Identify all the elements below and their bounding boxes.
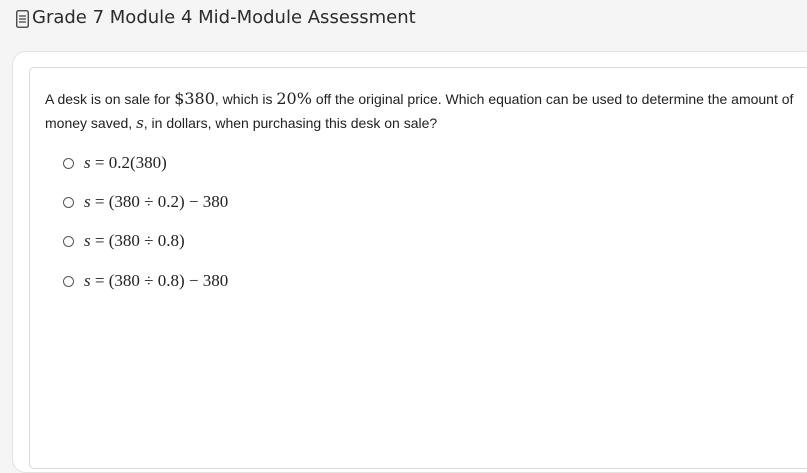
answer-choice-text: s = 0.2(380) xyxy=(84,153,167,172)
radio-button[interactable] xyxy=(63,275,74,287)
question-percent: 20% xyxy=(276,89,312,108)
question-text-2: , which is xyxy=(214,91,277,107)
answer-choice-a[interactable]: s = 0.2(380) xyxy=(63,151,167,175)
answer-choice-c[interactable]: s = (380 ÷ 0.8) xyxy=(63,229,185,253)
answer-choice-d[interactable]: s = (380 ÷ 0.8) − 380 xyxy=(63,269,228,293)
question-variable: s xyxy=(136,114,144,132)
page-title: Grade 7 Module 4 Mid-Module Assessment xyxy=(32,7,416,28)
answer-choice-b[interactable]: s = (380 ÷ 0.2) − 380 xyxy=(63,190,228,214)
question-price: $380 xyxy=(174,89,215,108)
page-header: Grade 7 Module 4 Mid-Module Assessment xyxy=(0,0,807,40)
answer-choice-text: s = (380 ÷ 0.8) − 380 xyxy=(84,271,229,290)
answer-choice-text: s = (380 ÷ 0.8) xyxy=(84,231,185,250)
question-text-1: A desk is on sale for xyxy=(45,91,175,107)
radio-button[interactable] xyxy=(63,157,74,169)
radio-button[interactable] xyxy=(63,235,74,247)
radio-button[interactable] xyxy=(63,196,74,208)
document-icon xyxy=(16,10,29,28)
question-prompt: A desk is on sale for $380, which is 20%… xyxy=(45,87,805,135)
question-text-4: , in dollars, when purchasing this desk … xyxy=(143,115,438,131)
answer-choice-text: s = (380 ÷ 0.2) − 380 xyxy=(84,192,229,211)
